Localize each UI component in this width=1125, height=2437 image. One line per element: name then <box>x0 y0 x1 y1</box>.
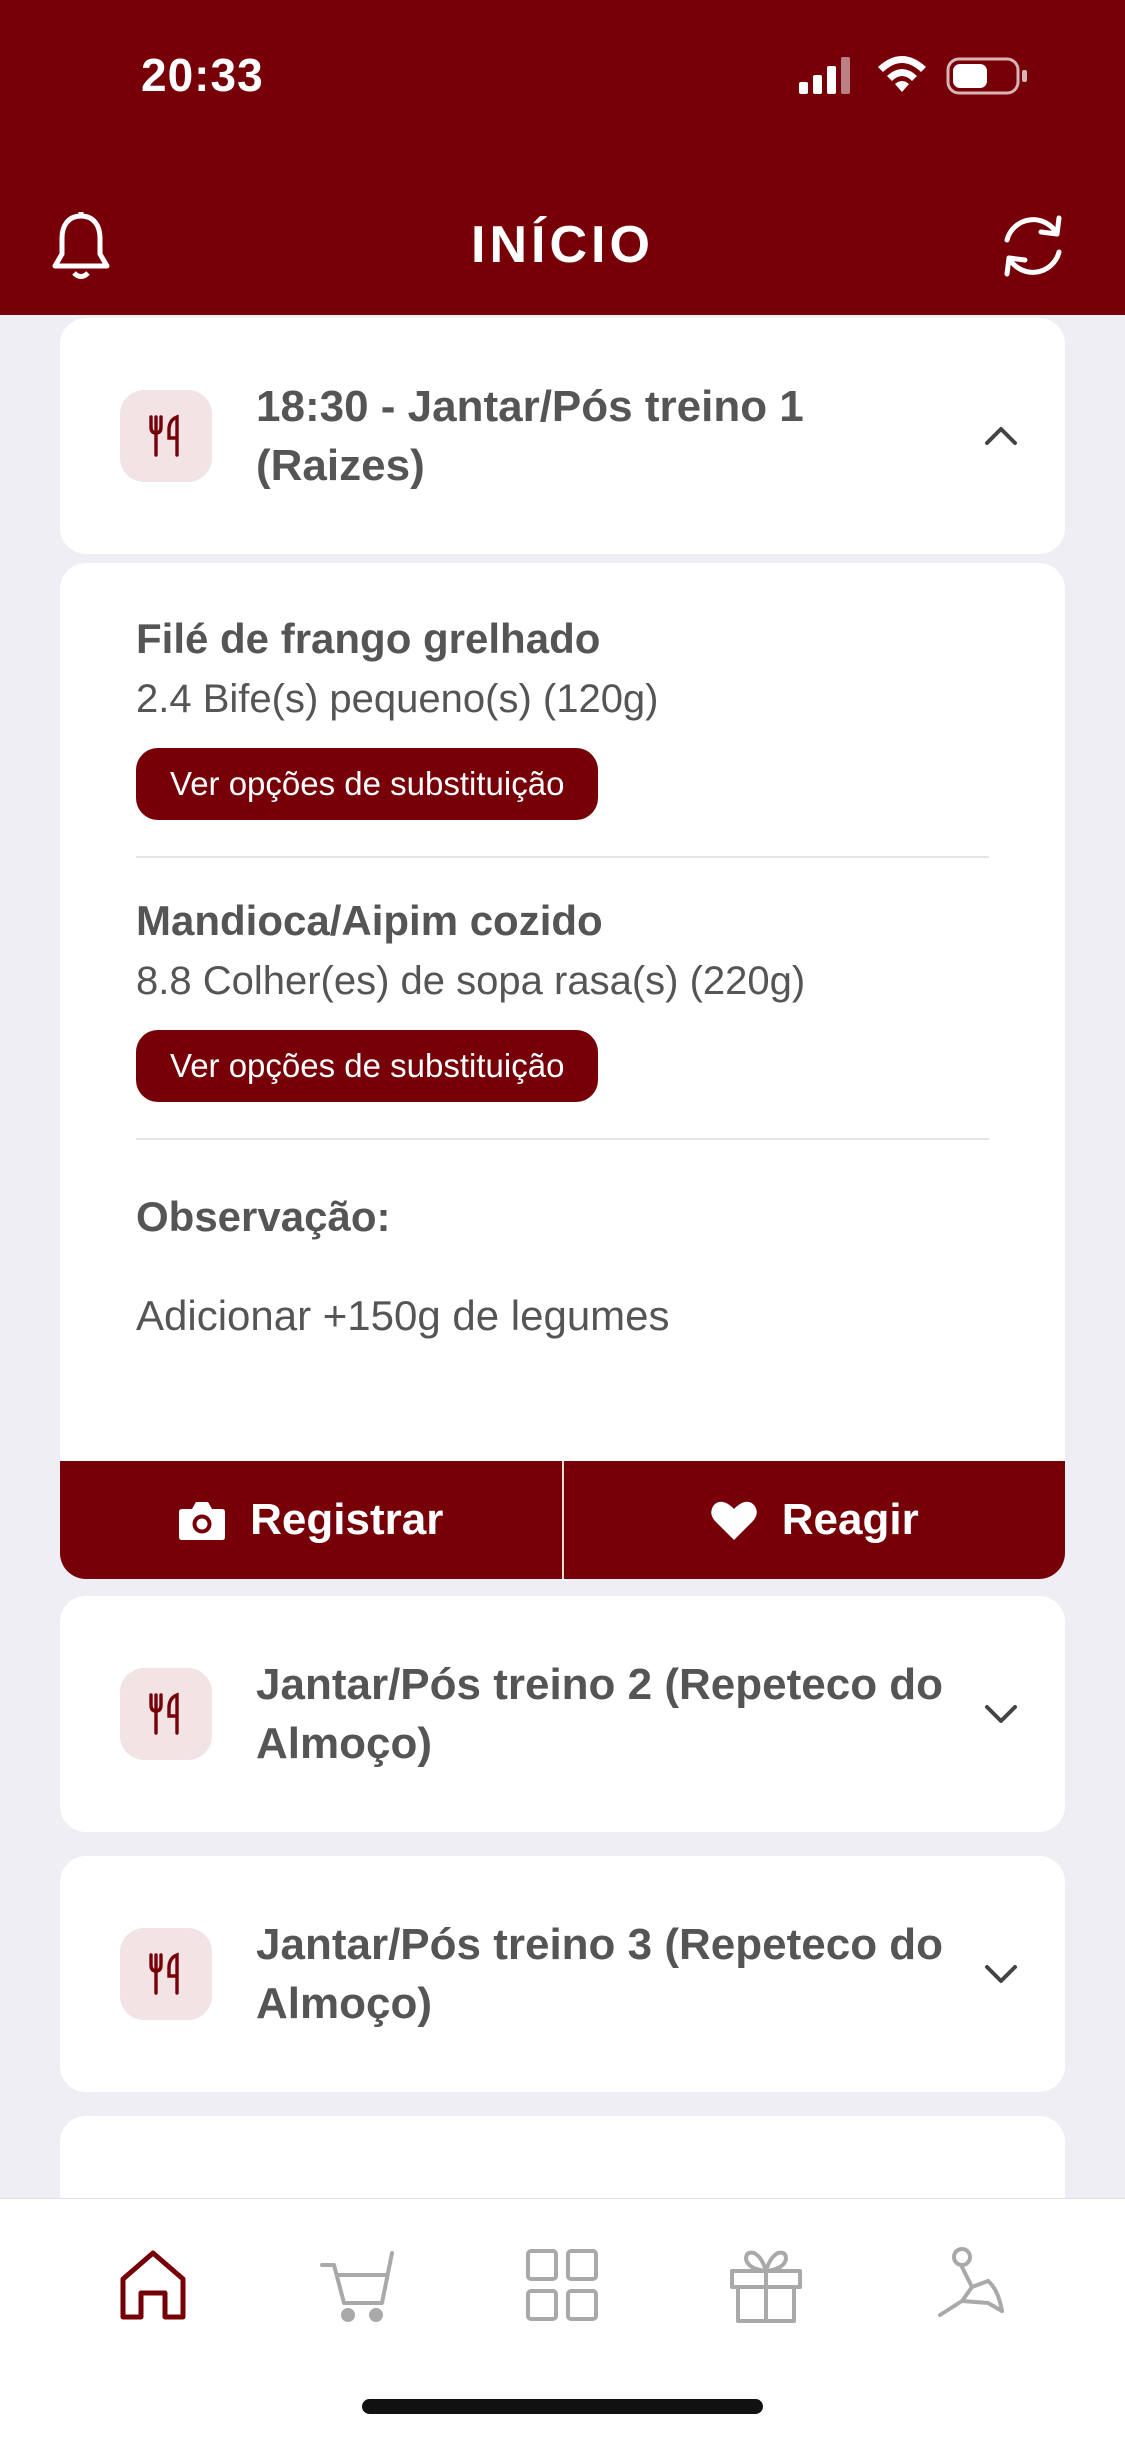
stretch-icon[interactable] <box>932 2245 1012 2325</box>
wifi-icon <box>878 56 926 92</box>
signal-icon <box>799 57 850 94</box>
action-separator <box>561 1461 564 1579</box>
utensils-icon <box>120 1928 212 2020</box>
home-indicator <box>362 2399 763 2414</box>
register-button[interactable]: Registrar <box>60 1461 562 1579</box>
divider <box>136 856 989 858</box>
substitution-options-button[interactable]: Ver opções de substituição <box>136 1030 599 1102</box>
meal-title: Jantar/Pós treino 3 (Repeteco do Almoço) <box>256 1920 944 2028</box>
food-quantity: 8.8 Colher(es) de sopa rasa(s) (220g) <box>136 959 806 1003</box>
chevron-down-icon[interactable] <box>977 1950 1025 1998</box>
meal-card-2[interactable]: Jantar/Pós treino 2 (Repeteco do Almoço) <box>60 1596 1065 1832</box>
food-item: Mandioca/Aipim cozido 8.8 Colher(es) de … <box>136 897 989 1102</box>
cart-icon[interactable] <box>318 2245 398 2325</box>
utensils-icon <box>120 1668 212 1760</box>
page-title: INÍCIO <box>471 216 654 274</box>
app-header: 20:33 INÍCIO <box>0 0 1125 315</box>
heart-icon <box>710 1501 757 1540</box>
gift-icon[interactable] <box>726 2245 806 2325</box>
grid-icon[interactable] <box>522 2245 602 2325</box>
react-button[interactable]: Reagir <box>564 1461 1066 1579</box>
food-name: Mandioca/Aipim cozido <box>136 897 603 944</box>
divider <box>136 1138 989 1140</box>
observation-text: Adicionar +150g de legumes <box>136 1292 670 1339</box>
substitution-options-button[interactable]: Ver opções de substituição <box>136 748 599 820</box>
meal-card-header-1[interactable]: 18:30 - Jantar/Pós treino 1 (Raizes) <box>60 318 1065 554</box>
utensils-icon <box>120 390 212 482</box>
status-icons <box>799 56 1027 95</box>
meal-card-3[interactable]: Jantar/Pós treino 3 (Repeteco do Almoço) <box>60 1856 1065 2092</box>
meal-title: 18:30 - Jantar/Pós treino 1 (Raizes) <box>256 382 804 490</box>
chevron-up-icon[interactable] <box>977 412 1025 460</box>
battery-icon <box>946 57 1027 95</box>
camera-icon <box>179 1502 226 1540</box>
register-label: Registrar <box>250 1495 444 1544</box>
status-time: 20:33 <box>141 49 264 101</box>
home-icon[interactable] <box>113 2245 193 2325</box>
meal-title: Jantar/Pós treino 2 (Repeteco do Almoço) <box>256 1660 944 1768</box>
food-quantity: 2.4 Bife(s) pequeno(s) (120g) <box>136 677 659 721</box>
meal-details-card: Filé de frango grelhado 2.4 Bife(s) pequ… <box>60 563 1065 1579</box>
chevron-down-icon[interactable] <box>977 1690 1025 1738</box>
observation-label: Observação: <box>136 1193 391 1240</box>
meal-actions-bar: Registrar Reagir <box>60 1461 1065 1579</box>
food-name: Filé de frango grelhado <box>136 615 601 662</box>
react-label: Reagir <box>781 1495 919 1544</box>
refresh-icon[interactable] <box>995 210 1071 282</box>
food-item: Filé de frango grelhado 2.4 Bife(s) pequ… <box>136 615 989 820</box>
